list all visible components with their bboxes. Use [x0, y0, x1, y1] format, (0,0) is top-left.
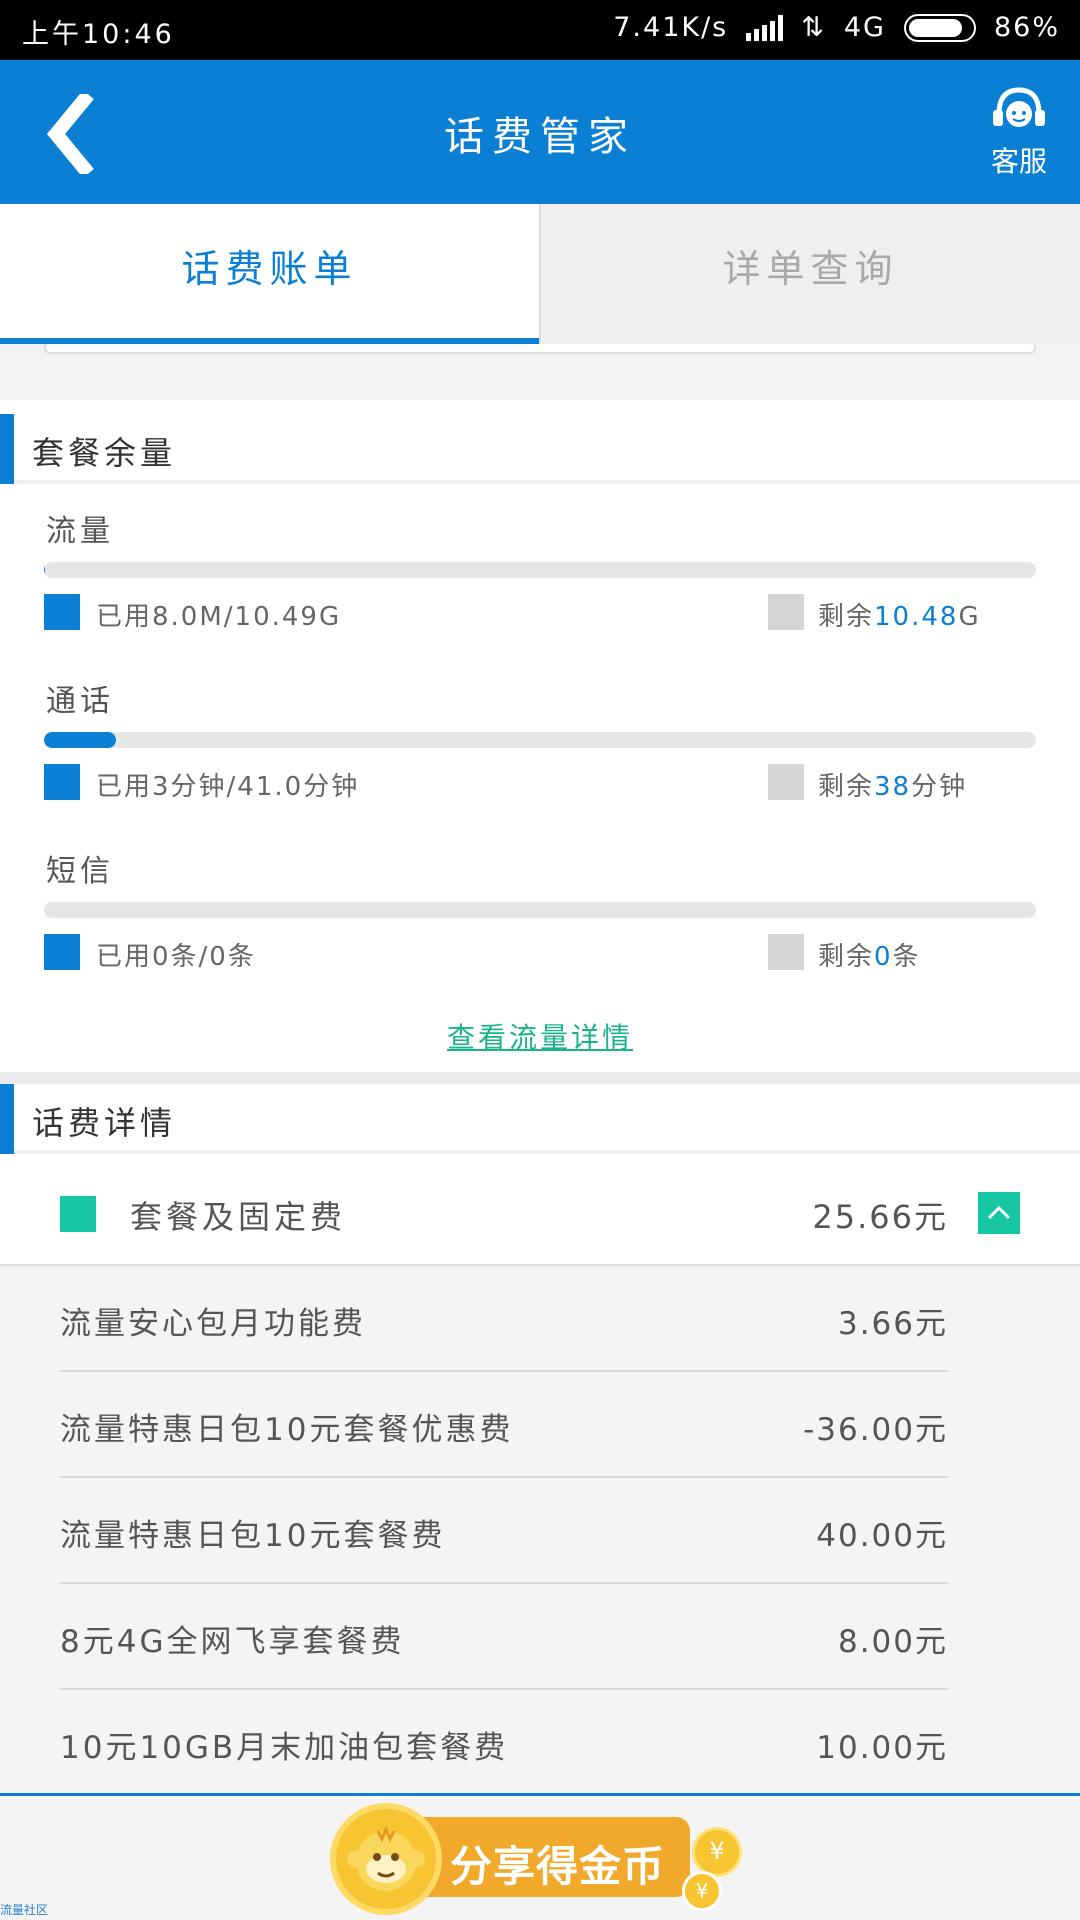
view-data-details-link[interactable]: 查看流量详情: [0, 1016, 1080, 1056]
fee-category-row[interactable]: 套餐及固定费 25.66元: [0, 1158, 1080, 1266]
yuan-coin-icon: ¥: [682, 1871, 722, 1911]
bottom-bar: 分享得金币 ¥ ¥ 流量社区: [0, 1799, 1080, 1920]
battery-icon: [903, 13, 976, 42]
remain-text: 剩余10.48G: [818, 596, 981, 633]
usage-section-title: 套餐余量: [32, 434, 177, 472]
used-swatch: [44, 594, 80, 630]
share-earn-coins-button[interactable]: 分享得金币 ¥ ¥: [330, 1803, 750, 1915]
usage-title-voice: 通话: [46, 684, 114, 719]
tab-bar: 话费账单 详单查询: [0, 204, 1080, 344]
usage-panel: 流量 已用8.0M/10.49G 剩余10.48G 通话 已用3分钟/41.0分…: [0, 488, 1080, 1072]
fee-section-header: 话费详情: [0, 1084, 1080, 1154]
signal-icon: [746, 14, 784, 41]
status-bar: 上午10:46 7.41K/s ⇅ 4G 86%: [0, 0, 1080, 60]
fee-item-amount: 40.00元: [816, 1518, 948, 1554]
category-swatch: [60, 1196, 96, 1232]
customer-service-button[interactable]: 客服: [984, 86, 1054, 180]
yuan-coin-icon: ¥: [692, 1827, 742, 1877]
used-swatch: [44, 934, 80, 970]
remain-prefix: 剩余: [818, 942, 875, 972]
used-text: 已用3分钟/41.0分钟: [96, 772, 360, 802]
battery-percent: 86%: [993, 12, 1060, 43]
fee-item-name: 流量特惠日包10元套餐费: [60, 1518, 446, 1554]
chevron-up-icon: [987, 1205, 1011, 1220]
remain-swatch: [768, 594, 804, 630]
usage-bar-fill: [44, 732, 117, 748]
data-transfer-icon: ⇅: [801, 12, 826, 43]
remain-prefix: 剩余: [818, 602, 875, 632]
fee-item-amount: 3.66元: [837, 1306, 948, 1342]
usage-title-sms: 短信: [46, 854, 114, 889]
fee-item-row: 流量安心包月功能费 3.66元: [60, 1266, 948, 1372]
fee-category-amount: 25.66元: [812, 1198, 948, 1236]
fee-section-title: 话费详情: [32, 1104, 177, 1142]
fee-item-amount: 8.00元: [837, 1624, 948, 1660]
fee-item-name: 流量安心包月功能费: [60, 1306, 366, 1342]
monkey-face-icon: [347, 1824, 425, 1891]
fee-item-row: 流量特惠日包10元套餐优惠费 -36.00元: [60, 1372, 948, 1478]
status-time: 上午10:46: [22, 19, 175, 50]
app-header: 话费管家 客服: [0, 60, 1080, 204]
fee-category-name: 套餐及固定费: [130, 1198, 347, 1236]
used-text: 已用0条/0条: [96, 942, 256, 972]
remain-unit: G: [958, 602, 981, 632]
status-right: 7.41K/s ⇅ 4G 86%: [613, 12, 1060, 43]
section-accent-bar: [0, 1084, 14, 1154]
used-swatch: [44, 764, 80, 800]
monkey-coin-icon: [330, 1803, 442, 1915]
usage-title-data: 流量: [46, 514, 114, 549]
page-title: 话费管家: [444, 114, 636, 160]
fee-item-row: 8元4G全网飞享套餐费 8.00元: [60, 1584, 948, 1690]
section-divider: [0, 1072, 1080, 1084]
collapse-button[interactable]: [978, 1192, 1020, 1234]
fee-item-name: 10元10GB月末加油包套餐费: [60, 1730, 509, 1766]
section-accent-bar: [0, 414, 14, 484]
fee-item-name: 流量特惠日包10元套餐优惠费: [60, 1412, 514, 1448]
tab-content-edge: [0, 344, 1080, 400]
fee-item-amount: 10.00元: [816, 1730, 948, 1766]
remain-unit: 分钟: [911, 772, 968, 802]
service-label: 客服: [990, 145, 1047, 178]
watermark-text: 流量社区: [0, 1903, 49, 1917]
used-text: 已用8.0M/10.49G: [96, 602, 342, 632]
remain-value: 10.48: [874, 602, 959, 632]
usage-bar-data: [44, 562, 1036, 578]
remain-swatch: [768, 934, 804, 970]
remain-prefix: 剩余: [818, 772, 875, 802]
tab-detail-query[interactable]: 详单查询: [539, 204, 1080, 344]
fee-item-name: 8元4G全网飞享套餐费: [60, 1624, 405, 1660]
usage-section-header: 套餐余量: [0, 414, 1080, 484]
network-type: 4G: [843, 12, 886, 43]
usage-legend-voice: 已用3分钟/41.0分钟 剩余38分钟: [44, 764, 1036, 803]
usage-legend-data: 已用8.0M/10.49G 剩余10.48G: [44, 594, 1036, 633]
remain-unit: 条: [892, 942, 921, 972]
remain-swatch: [768, 764, 804, 800]
remain-text: 剩余38分钟: [818, 766, 967, 803]
headset-icon: [993, 87, 1045, 127]
collapsed-card: [44, 344, 1036, 354]
usage-bar-fill: [44, 562, 45, 578]
usage-legend-sms: 已用0条/0条 剩余0条: [44, 934, 1036, 973]
usage-bar-sms: [44, 902, 1036, 918]
fee-item-amount: -36.00元: [803, 1412, 948, 1448]
share-label: 分享得金币: [450, 1842, 666, 1891]
remain-value: 38: [874, 772, 912, 802]
usage-bar-voice: [44, 732, 1036, 748]
fee-item-row: 流量特惠日包10元套餐费 40.00元: [60, 1478, 948, 1584]
fee-item-row: 10元10GB月末加油包套餐费 10.00元: [60, 1690, 948, 1796]
remain-text: 剩余0条: [818, 936, 921, 973]
fee-item-list: 流量安心包月功能费 3.66元 流量特惠日包10元套餐优惠费 -36.00元 流…: [0, 1266, 1080, 1796]
tab-bill[interactable]: 话费账单: [0, 204, 539, 344]
remain-value: 0: [874, 942, 893, 972]
network-speed: 7.41K/s: [613, 12, 729, 43]
